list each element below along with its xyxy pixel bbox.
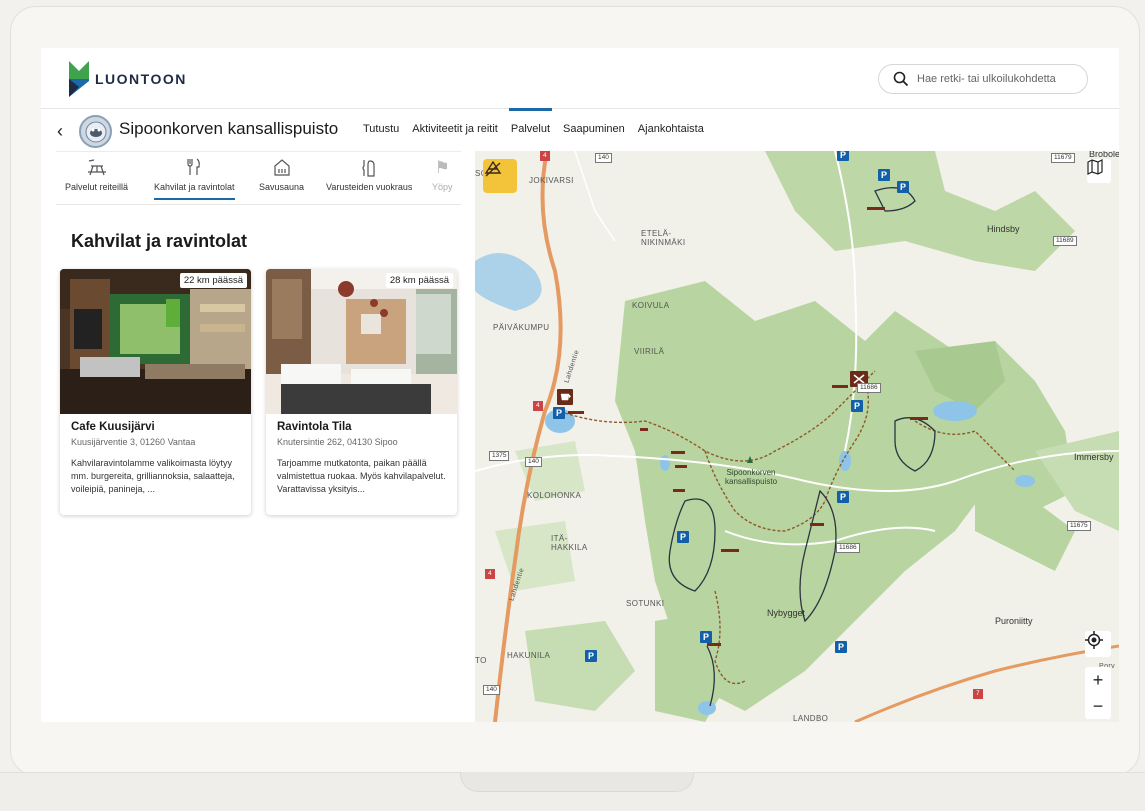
road-number: 7 — [973, 689, 983, 699]
service-card[interactable]: 22 km päässä Cafe Kuusijärvi Kuusijärven… — [60, 269, 251, 515]
road-number: 4 — [540, 151, 550, 161]
map-place-label: KOLOHONKA — [527, 491, 582, 500]
parking-marker[interactable]: P — [851, 400, 863, 412]
back-arrow-icon[interactable]: ‹ — [57, 121, 63, 142]
equipment-icon — [326, 158, 412, 178]
card-description: Tarjoamme mutkatonta, paikan päällä valm… — [277, 458, 446, 494]
parking-marker[interactable]: P — [897, 181, 909, 193]
category-kahvilat[interactable]: Kahvilat ja ravintolat — [154, 158, 235, 200]
map-place-label: LANDBO — [793, 714, 829, 722]
road-number: 1375 — [489, 451, 510, 461]
restaurant-photo: 28 km päässä — [266, 269, 457, 414]
top-bar: LUONTOON — [41, 48, 1119, 109]
map-place-label: TO — [475, 656, 487, 665]
map-place-label: JOKIVARSI — [529, 176, 574, 185]
parking-marker[interactable]: P — [677, 531, 689, 543]
map-place-label: ITÄ- HAKKILA — [551, 534, 588, 552]
map-place-label: Puroniitty — [995, 616, 1033, 626]
card-address: Kuusijärventie 3, 01260 Vantaa — [71, 437, 196, 447]
map-type-button[interactable] — [1087, 159, 1111, 183]
road-number: 140 — [483, 685, 500, 695]
category-yopy[interactable]: ⚑ Yöpy — [432, 158, 453, 192]
map-place-label: ETELÄ- NIKINMÄKI — [641, 229, 686, 247]
locate-button[interactable] — [1085, 631, 1111, 657]
tab-palvelut[interactable]: Palvelut — [508, 108, 553, 135]
map-icon — [1087, 159, 1103, 175]
fork-knife-icon — [154, 158, 235, 178]
road-number: 4 — [485, 569, 495, 579]
cafe-photo: 22 km päässä — [60, 269, 251, 414]
tab-tutustu[interactable]: Tutustu — [363, 123, 399, 135]
crosshair-icon — [1085, 631, 1103, 649]
section-title: Kahvilat ja ravintolat — [71, 231, 248, 251]
picnic-table-icon — [65, 158, 128, 178]
map-view[interactable]: JOKIVARSI ETELÄ- NIKINMÄKI KOIVULA PÄIVÄ… — [475, 151, 1119, 722]
card-description: Kahvilaravintolamme valikoimasta löytyy … — [71, 458, 235, 494]
parking-marker[interactable]: P — [837, 151, 849, 161]
device-notch — [460, 772, 694, 792]
card-title[interactable]: Cafe Kuusijärvi — [71, 421, 155, 433]
category-palvelut-reiteilla[interactable]: Palvelut reiteillä — [65, 158, 128, 192]
map-place-label: Hindsby — [987, 224, 1020, 234]
road-number: 140 — [525, 457, 542, 467]
parking-marker[interactable]: P — [878, 169, 890, 181]
map-layers-button[interactable] — [483, 159, 517, 193]
search-icon — [893, 71, 909, 87]
map-place-label: KOIVULA — [632, 301, 670, 310]
category-tabs: Palvelut reiteillä Kahvilat ja ravintola… — [56, 151, 461, 205]
sauna-icon — [259, 158, 304, 178]
map-place-label: VIIRILÄ — [634, 347, 665, 356]
map-canvas — [475, 151, 1119, 722]
map-place-label: SOTUNKI — [626, 599, 665, 608]
road-number: 11686 — [857, 383, 881, 393]
zoom-out-button[interactable]: − — [1085, 693, 1111, 719]
nav-tabs: Tutustu Aktiviteetit ja reitit Palvelut … — [363, 108, 717, 135]
category-savusauna[interactable]: Savusauna — [259, 158, 304, 192]
parking-marker[interactable]: P — [585, 650, 597, 662]
parking-marker[interactable]: P — [700, 631, 712, 643]
card-title[interactable]: Ravintola Tila — [277, 421, 352, 433]
map-place-label: PÄIVÄKUMPU — [493, 323, 550, 332]
map-place-label: Nybygget — [767, 608, 806, 618]
map-place-label: Brobole — [1089, 151, 1119, 159]
tab-ajankohtaista[interactable]: Ajankohtaista — [638, 123, 704, 135]
card-address: Knutersintie 262, 04130 Sipoo — [277, 437, 398, 447]
parking-marker[interactable]: P — [553, 407, 565, 419]
search-box[interactable] — [878, 64, 1088, 94]
park-map-label: Sipoonkorven kansallispuisto — [725, 468, 778, 486]
map-place-label: Immersby — [1074, 452, 1114, 462]
parking-marker[interactable]: P — [835, 641, 847, 653]
brand-logo[interactable]: LUONTOON — [69, 61, 187, 97]
road-number: 4 — [533, 401, 543, 411]
brand-name: LUONTOON — [95, 71, 187, 87]
zoom-controls: + − — [1085, 667, 1111, 719]
distance-badge: 22 km päässä — [179, 273, 247, 288]
road-number: 11686 — [836, 543, 860, 553]
tab-aktiviteetit[interactable]: Aktiviteetit ja reitit — [412, 123, 498, 135]
park-nav: ‹ Sipoonkorven kansallispuisto Tutustu A… — [41, 108, 1119, 151]
service-card[interactable]: 28 km päässä Ravintola Tila Knutersintie… — [266, 269, 457, 515]
zoom-in-button[interactable]: + — [1085, 667, 1111, 693]
tab-saapuminen[interactable]: Saapuminen — [563, 123, 625, 135]
category-varusteiden-vuokraus[interactable]: Varusteiden vuokraus — [326, 158, 412, 192]
road-number: 11679 — [1051, 153, 1075, 163]
layers-icon — [484, 160, 502, 177]
map-place-label: HAKUNILA — [507, 651, 551, 660]
park-title: Sipoonkorven kansallispuisto — [119, 119, 339, 138]
distance-badge: 28 km päässä — [385, 273, 453, 288]
road-number: 11689 — [1053, 236, 1077, 246]
tent-icon: ⚑ — [434, 158, 450, 177]
road-number: 140 — [595, 153, 612, 163]
browser-screen: LUONTOON ‹ Sipoonkorven kansallispuisto … — [41, 48, 1119, 722]
road-number: 11675 — [1067, 521, 1091, 531]
park-emblem-icon — [79, 115, 112, 148]
parking-marker[interactable]: P — [837, 491, 849, 503]
luontoon-logo-icon — [69, 61, 89, 97]
search-input[interactable] — [917, 73, 1077, 85]
services-panel: Palvelut reiteillä Kahvilat ja ravintola… — [41, 151, 475, 722]
